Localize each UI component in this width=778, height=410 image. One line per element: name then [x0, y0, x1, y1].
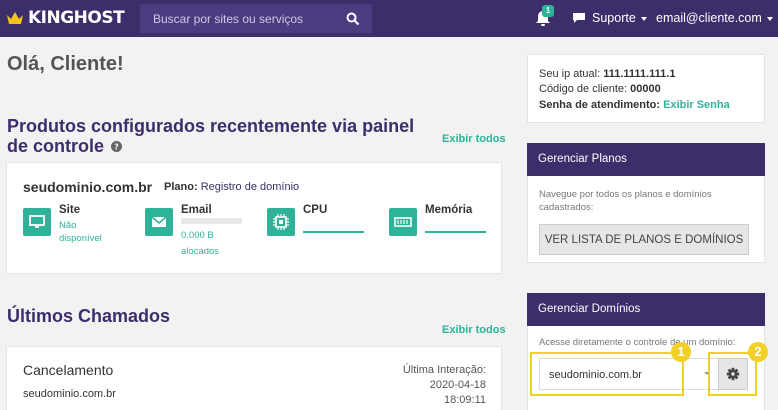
- domain-select[interactable]: seudominio.com.br: [539, 358, 719, 390]
- domain-select-value: seudominio.com.br: [549, 369, 642, 381]
- product-card: seudominio.com.br Plano: Registro de dom…: [6, 162, 502, 274]
- product-plan: Plano: Registro de domínio: [164, 181, 299, 193]
- memory-usage-bar: [425, 231, 486, 233]
- support-menu[interactable]: Suporte: [572, 11, 647, 25]
- ticket-last-interaction-label: Última Interação:: [402, 364, 486, 376]
- view-all-tickets-link[interactable]: Exibir todos: [442, 324, 506, 336]
- chevron-down-icon: [640, 17, 647, 21]
- memory-icon[interactable]: [389, 208, 417, 236]
- annotation-number-1: 1: [671, 342, 691, 362]
- envelope-icon[interactable]: [145, 208, 173, 236]
- ip-info: Seu ip atual: 111.1111.111.1: [539, 68, 675, 80]
- ticket-domain: seudominio.com.br: [23, 388, 116, 400]
- logo[interactable]: KINGHOST: [6, 7, 125, 29]
- client-info-card: Seu ip atual: 111.1111.111.1 Código de c…: [527, 54, 765, 123]
- logo-text: KINGHOST: [28, 8, 125, 28]
- chevron-down-icon[interactable]: [704, 372, 710, 375]
- plans-panel-header: Gerenciar Planos: [527, 143, 765, 176]
- top-navbar: KINGHOST 1 Suporte email@cliente.com: [0, 0, 778, 37]
- account-menu[interactable]: email@cliente.com: [656, 11, 773, 25]
- support-password-label: Senha de atendimento:: [539, 99, 661, 111]
- plans-panel-body: Navegue por todos os planos e domínios c…: [527, 176, 765, 263]
- ip-label: Seu ip atual:: [539, 68, 601, 80]
- service-email-usage: 0.000 B: [181, 230, 214, 241]
- monitor-icon[interactable]: [23, 208, 51, 236]
- ticket-subject: Cancelamento: [23, 362, 114, 378]
- ticket-meta: Última Interação: 2020-04-18 18:09:11: [403, 363, 486, 408]
- service-email-usage-unit: alocados: [181, 246, 220, 257]
- service-memory-label: Memória: [425, 204, 473, 216]
- plans-panel-description-line1: Navegue por todos os planos e domínios: [539, 189, 712, 200]
- help-icon[interactable]: ?: [111, 140, 123, 152]
- client-code-info: Código de cliente: 00000: [539, 83, 661, 95]
- domains-panel-description: Acesse diretamente o controle de um domí…: [539, 337, 736, 348]
- support-label: Suporte: [592, 11, 636, 25]
- service-site-status-line2: disponível: [59, 233, 102, 244]
- gear-icon: [726, 367, 740, 381]
- client-code-value: 00000: [630, 83, 661, 95]
- search-box: [140, 4, 372, 33]
- page-title: Olá, Cliente!: [7, 53, 124, 75]
- service-site-status-line1: Não: [59, 220, 77, 231]
- search-icon[interactable]: [346, 12, 360, 26]
- view-plans-list-button[interactable]: VER LISTA DE PLANOS E DOMÍNIOS: [539, 224, 749, 255]
- svg-text:?: ?: [114, 142, 119, 151]
- plans-panel-description-line2: cadastrados:: [539, 202, 594, 213]
- plan-label: Plano:: [164, 181, 198, 193]
- cpu-icon[interactable]: [267, 208, 295, 236]
- ticket-date: 2020-04-18: [429, 379, 486, 391]
- product-domain[interactable]: seudominio.com.br: [23, 179, 152, 195]
- plan-value: Registro de domínio: [200, 181, 300, 193]
- search-input[interactable]: [140, 4, 340, 33]
- support-password-info: Senha de atendimento: Exibir Senha: [539, 99, 730, 111]
- domain-settings-button[interactable]: [718, 358, 748, 390]
- products-section-title: Produtos configurados recentemente via p…: [7, 116, 427, 156]
- annotation-number-2: 2: [748, 342, 768, 362]
- chevron-down-icon: [766, 17, 773, 21]
- service-email-label: Email: [181, 204, 212, 216]
- email-usage-bar: [181, 218, 242, 224]
- domains-panel-header: Gerenciar Domínios: [527, 293, 765, 326]
- tickets-section-title: Últimos Chamados: [7, 306, 171, 326]
- chat-icon: [573, 13, 585, 23]
- products-title-text: Produtos configurados recentemente via p…: [7, 116, 415, 156]
- notification-badge: 1: [542, 5, 554, 17]
- ticket-card[interactable]: Cancelamento seudominio.com.br Última In…: [6, 346, 502, 410]
- view-all-products-link[interactable]: Exibir todos: [442, 133, 506, 145]
- crown-icon: [7, 12, 23, 24]
- client-code-label: Código de cliente:: [539, 83, 628, 95]
- service-site-label: Site: [59, 204, 81, 216]
- cpu-usage-bar: [303, 231, 364, 233]
- ip-value: 111.1111.111.1: [603, 68, 676, 80]
- account-email: email@cliente.com: [656, 11, 762, 25]
- ticket-time: 18:09:11: [443, 394, 486, 406]
- service-cpu-label: CPU: [303, 204, 328, 216]
- show-password-link[interactable]: Exibir Senha: [663, 99, 730, 111]
